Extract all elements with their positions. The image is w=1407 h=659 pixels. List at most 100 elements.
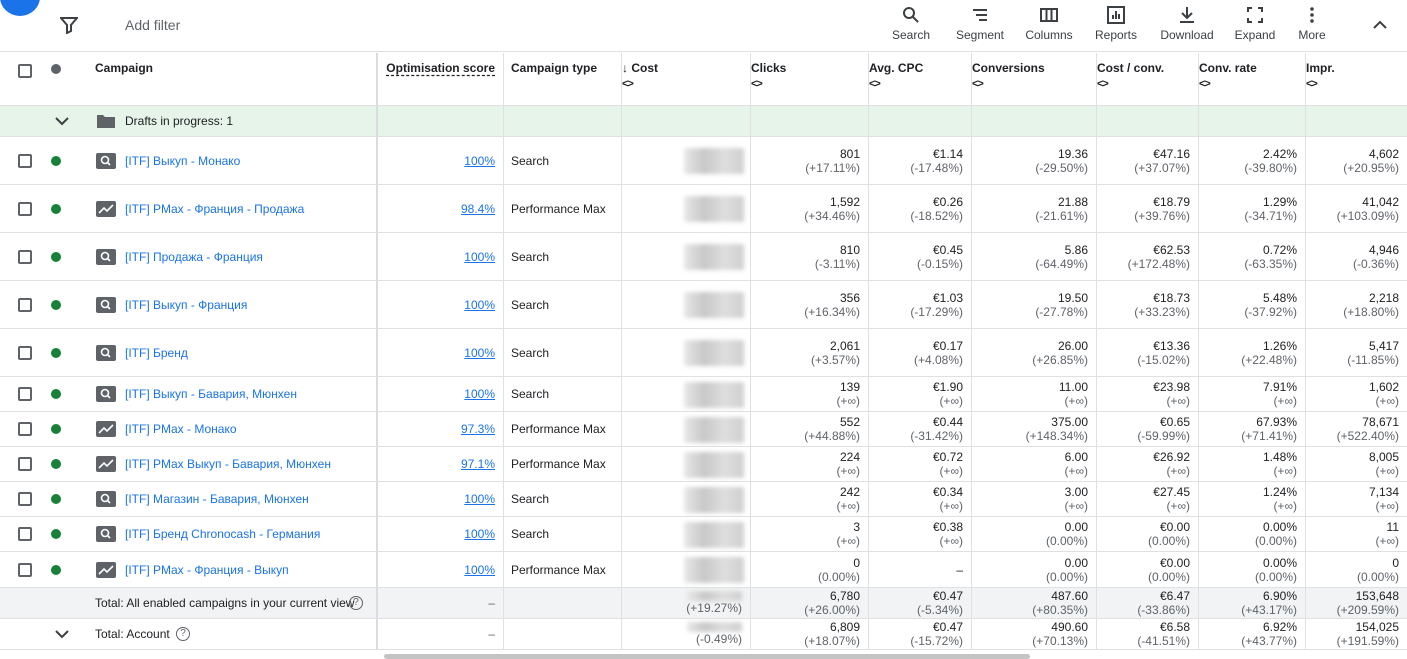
optimisation-score-link[interactable]: 100% <box>464 346 495 360</box>
select-all-checkbox[interactable] <box>18 64 32 78</box>
table-row[interactable]: [ITF] Бренд 100% Search 2,061 (+3.57%) €… <box>0 329 1407 377</box>
optimisation-score-link[interactable]: 100% <box>464 492 495 506</box>
campaign-name-link[interactable]: [ITF] PMax - Франция - Выкуп <box>125 563 289 577</box>
clicks-header[interactable]: Clicks <> <box>751 53 869 105</box>
optimisation-score-link[interactable]: 100% <box>464 250 495 264</box>
optimisation-score-link[interactable]: 97.3% <box>461 422 495 436</box>
conversions-change: (+26.85%) <box>1032 352 1088 367</box>
row-checkbox[interactable] <box>18 457 32 471</box>
campaign-name-link[interactable]: [ITF] Выкуп - Франция <box>125 298 247 312</box>
impressions-cell: 1,602 (+∞) <box>1306 377 1407 411</box>
row-checkbox[interactable] <box>18 562 32 577</box>
row-checkbox[interactable] <box>18 527 32 541</box>
conversions-change: (+70.13%) <box>1032 634 1088 648</box>
clicks-cell: 3 (+∞) <box>751 517 869 551</box>
drafts-row[interactable]: Drafts in progress: 1 <box>0 106 1407 137</box>
optimisation-score-link[interactable]: 100% <box>464 154 495 168</box>
conversions-cell: 6.00 (+∞) <box>972 447 1097 481</box>
campaign-name-link[interactable]: [ITF] Бренд <box>125 346 188 360</box>
campaign-type: Search <box>511 492 550 506</box>
row-checkbox[interactable] <box>18 492 32 506</box>
horizontal-scrollbar[interactable] <box>384 654 1030 659</box>
status-enabled-icon[interactable] <box>51 564 61 575</box>
avg-cpc-change: (+∞) <box>939 464 963 478</box>
avg-cpc-cell: €0.26 (-18.52%) <box>869 185 972 232</box>
optimisation-score-link[interactable]: 100% <box>464 387 495 401</box>
conversions-header[interactable]: Conversions <> <box>972 53 1097 105</box>
optimisation-score-link[interactable]: 100% <box>464 563 495 577</box>
campaign-name-link[interactable]: [ITF] Выкуп - Монако <box>125 154 240 168</box>
row-checkbox[interactable] <box>18 249 32 264</box>
search-button[interactable]: Search <box>878 6 944 48</box>
cost-conv-header[interactable]: Cost / conv. <> <box>1097 53 1199 105</box>
help-icon[interactable]: ? <box>176 627 190 641</box>
campaign-name-link[interactable]: [ITF] Магазин - Бавария, Мюнхен <box>125 492 309 506</box>
optimisation-score-link[interactable]: 100% <box>464 527 495 541</box>
row-checkbox[interactable] <box>18 345 32 360</box>
status-enabled-icon[interactable] <box>51 155 61 166</box>
campaign-name-link[interactable]: [ITF] PMax Выкуп - Бавария, Мюнхен <box>125 457 331 471</box>
conversions-change: (+∞) <box>1064 464 1088 478</box>
cost-per-conv-value: €23.98 <box>1153 380 1190 394</box>
table-row[interactable]: [ITF] Выкуп - Монако 100% Search 801 (+1… <box>0 137 1407 185</box>
columns-button[interactable]: Columns <box>1016 6 1082 48</box>
status-enabled-icon[interactable] <box>51 347 61 358</box>
create-button[interactable] <box>0 0 40 16</box>
status-enabled-icon[interactable] <box>51 494 61 504</box>
add-filter-button[interactable]: Add filter <box>125 17 180 33</box>
campaign-name-link[interactable]: [ITF] PMax - Монако <box>125 422 237 436</box>
campaign-header[interactable]: Campaign <box>95 61 153 75</box>
chevron-down-icon[interactable] <box>54 626 70 642</box>
clicks-change: (0.00%) <box>817 569 860 584</box>
table-row[interactable]: [ITF] PMax - Франция - Выкуп 100% Perfor… <box>0 552 1407 588</box>
avg-cpc-header[interactable]: Avg. CPC <> <box>869 53 972 105</box>
reports-button[interactable]: Reports <box>1083 6 1149 48</box>
optimisation-score-link[interactable]: 97.1% <box>461 457 495 471</box>
status-enabled-icon[interactable] <box>51 203 61 214</box>
filter-icon[interactable] <box>60 16 78 34</box>
optimisation-score-link[interactable]: 98.4% <box>461 202 495 216</box>
optimisation-score-link[interactable]: 100% <box>464 298 495 312</box>
conv-rate-header[interactable]: Conv. rate <> <box>1199 53 1306 105</box>
table-row[interactable]: [ITF] Бренд Chronocash - Германия 100% S… <box>0 517 1407 552</box>
status-enabled-icon[interactable] <box>51 299 61 310</box>
row-checkbox[interactable] <box>18 297 32 312</box>
table-row[interactable]: [ITF] Продажа - Франция 100% Search 810 … <box>0 233 1407 281</box>
campaign-type-header[interactable]: Campaign type <box>511 61 597 75</box>
impr-header[interactable]: Impr. <> <box>1306 53 1407 105</box>
table-row[interactable]: [ITF] PMax - Франция - Продажа 98.4% Per… <box>0 185 1407 233</box>
avg-cpc-value: €0.34 <box>932 485 963 499</box>
row-checkbox[interactable] <box>18 422 32 436</box>
help-icon[interactable]: ? <box>349 596 363 610</box>
table-row[interactable]: [ITF] PMax Выкуп - Бавария, Мюнхен 97.1%… <box>0 447 1407 482</box>
campaign-name-link[interactable]: [ITF] PMax - Франция - Продажа <box>125 202 304 216</box>
row-checkbox[interactable] <box>18 201 32 216</box>
table-row[interactable]: [ITF] Выкуп - Франция 100% Search 356 (+… <box>0 281 1407 329</box>
status-enabled-icon[interactable] <box>51 529 61 539</box>
avg-cpc-change: (-0.15%) <box>916 256 963 271</box>
table-row[interactable]: [ITF] Выкуп - Бавария, Мюнхен 100% Searc… <box>0 377 1407 412</box>
cost-header[interactable]: ↓ Cost <> <box>622 53 751 105</box>
segment-button[interactable]: Segment <box>947 6 1013 48</box>
avg-cpc-change: (+∞) <box>939 394 963 408</box>
status-enabled-icon[interactable] <box>51 389 61 399</box>
opt-score-header[interactable]: Optimisation score <box>386 61 495 75</box>
row-checkbox[interactable] <box>18 153 32 168</box>
campaign-name-link[interactable]: [ITF] Продажа - Франция <box>125 250 263 264</box>
table-row[interactable]: [ITF] Магазин - Бавария, Мюнхен 100% Sea… <box>0 482 1407 517</box>
impressions-cell: 154,025 (+191.59%) <box>1306 619 1407 649</box>
chevron-down-icon[interactable] <box>54 113 70 129</box>
status-enabled-icon[interactable] <box>51 251 61 262</box>
download-button[interactable]: Download <box>1154 6 1220 48</box>
campaign-name-link[interactable]: [ITF] Выкуп - Бавария, Мюнхен <box>125 387 297 401</box>
impressions-change: (+∞) <box>1375 464 1399 478</box>
campaign-type: Performance Max <box>511 457 606 471</box>
row-checkbox[interactable] <box>18 387 32 401</box>
table-row[interactable]: [ITF] PMax - Монако 97.3% Performance Ma… <box>0 412 1407 447</box>
status-enabled-icon[interactable] <box>51 424 61 434</box>
chevron-up-icon[interactable] <box>1369 14 1391 36</box>
more-button[interactable]: More <box>1279 6 1345 48</box>
campaign-name-link[interactable]: [ITF] Бренд Chronocash - Германия <box>125 527 320 541</box>
status-enabled-icon[interactable] <box>51 459 61 469</box>
cost-cell: (-0.49%) <box>622 619 751 649</box>
